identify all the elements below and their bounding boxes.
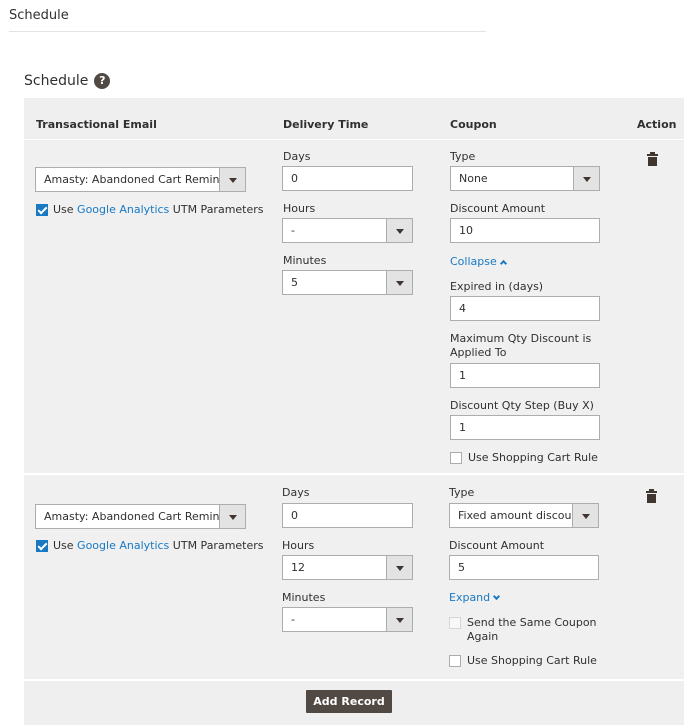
schedule-grid: Transactional Email Delivery Time Coupon… bbox=[24, 98, 684, 725]
hours-label: Hours bbox=[283, 202, 316, 215]
use-ga-checkbox[interactable] bbox=[36, 204, 48, 216]
chevron-down-icon bbox=[493, 592, 501, 601]
discount-amount-label: Discount Amount bbox=[449, 539, 545, 552]
discount-amount-input[interactable]: 10 bbox=[450, 218, 600, 243]
minutes-select-value: 5 bbox=[291, 276, 298, 289]
use-cart-rule-checkbox[interactable] bbox=[449, 655, 461, 667]
days-label: Days bbox=[282, 486, 310, 499]
chevron-down-icon bbox=[572, 504, 598, 527]
help-icon[interactable]: ? bbox=[94, 73, 111, 89]
coupon-type-value: None bbox=[459, 172, 488, 185]
qty-step-label: Discount Qty Step (Buy X) bbox=[450, 399, 594, 412]
schedule-record: Amasty: Abandoned Cart Reminder Use Goog… bbox=[24, 475, 684, 679]
days-label: Days bbox=[283, 150, 311, 163]
minutes-select-value: - bbox=[291, 613, 295, 626]
add-record-button[interactable]: Add Record bbox=[306, 690, 392, 713]
google-analytics-link[interactable]: Google Analytics bbox=[77, 203, 169, 216]
use-cart-rule-checkbox[interactable] bbox=[450, 452, 462, 464]
chevron-up-icon bbox=[499, 259, 507, 268]
chevron-down-icon bbox=[386, 608, 412, 631]
max-qty-label: Maximum Qty Discount is Applied To bbox=[450, 332, 591, 360]
expand-link[interactable]: Expand bbox=[449, 591, 501, 604]
expired-days-label: Expired in (days) bbox=[450, 280, 544, 293]
header-transactional-email: Transactional Email bbox=[36, 118, 157, 131]
hours-select-value: - bbox=[291, 224, 295, 237]
template-select[interactable]: Amasty: Abandoned Cart Reminder bbox=[35, 167, 246, 192]
template-select-value: Amasty: Abandoned Cart Reminder bbox=[44, 173, 238, 186]
max-qty-label-line-1: Maximum Qty Discount is bbox=[450, 332, 592, 345]
template-select[interactable]: Amasty: Abandoned Cart Reminder bbox=[35, 504, 246, 529]
coupon-type-value: Fixed amount discount bbox=[458, 509, 583, 522]
section-divider bbox=[9, 31, 486, 32]
use-ga-prefix: Use bbox=[53, 539, 78, 552]
use-ga-label: Use Google Analytics UTM Parameters bbox=[53, 539, 264, 552]
hours-label: Hours bbox=[282, 539, 315, 552]
use-cart-rule-label: Use Shopping Cart Rule bbox=[467, 654, 597, 667]
grid-header: Transactional Email Delivery Time Coupon… bbox=[24, 98, 684, 140]
hours-select[interactable]: - bbox=[282, 218, 413, 243]
chevron-down-icon bbox=[386, 219, 412, 242]
discount-amount-label: Discount Amount bbox=[450, 202, 546, 215]
schedule-record: Amasty: Abandoned Cart Reminder Use Goog… bbox=[24, 141, 684, 473]
coupon-type-select[interactable]: None bbox=[450, 166, 600, 191]
same-coupon-label: Send the Same Coupon Again bbox=[467, 616, 597, 644]
qty-step-input[interactable]: 1 bbox=[450, 415, 600, 440]
use-cart-rule-label: Use Shopping Cart Rule bbox=[468, 451, 598, 464]
coupon-type-label: Type bbox=[449, 486, 475, 499]
page-section-title: Schedule bbox=[9, 8, 69, 23]
use-ga-suffix: UTM Parameters bbox=[169, 203, 264, 216]
expand-link-label: Expand bbox=[449, 591, 491, 604]
coupon-type-label: Type bbox=[450, 150, 476, 163]
header-action: Action bbox=[637, 118, 677, 131]
chevron-down-icon bbox=[573, 167, 599, 190]
chevron-down-icon bbox=[219, 505, 245, 528]
max-qty-label-line-2: Applied To bbox=[450, 346, 507, 359]
minutes-label: Minutes bbox=[282, 591, 326, 604]
hours-select-value: 12 bbox=[291, 561, 305, 574]
schedule-block-title: Schedule ? bbox=[24, 73, 111, 89]
expired-days-input[interactable]: 4 bbox=[450, 296, 600, 321]
chevron-down-icon bbox=[219, 168, 245, 191]
use-ga-prefix: Use bbox=[53, 203, 78, 216]
coupon-type-select[interactable]: Fixed amount discount bbox=[449, 503, 599, 528]
minutes-label: Minutes bbox=[283, 254, 327, 267]
use-ga-suffix: UTM Parameters bbox=[169, 539, 264, 552]
same-coupon-label-line-1: Send the Same Coupon bbox=[467, 616, 597, 629]
collapse-link[interactable]: Collapse bbox=[450, 255, 507, 268]
same-coupon-checkbox[interactable] bbox=[449, 617, 461, 629]
discount-amount-input[interactable]: 5 bbox=[449, 555, 599, 580]
row-divider bbox=[24, 679, 684, 681]
header-delivery-time: Delivery Time bbox=[283, 118, 369, 131]
collapse-link-label: Collapse bbox=[450, 255, 497, 268]
hours-select[interactable]: 12 bbox=[282, 555, 413, 580]
chevron-down-icon bbox=[386, 271, 412, 294]
minutes-select[interactable]: 5 bbox=[282, 270, 413, 295]
block-title-text: Schedule bbox=[24, 73, 89, 89]
google-analytics-link[interactable]: Google Analytics bbox=[77, 539, 169, 552]
minutes-select[interactable]: - bbox=[282, 607, 413, 632]
same-coupon-label-line-2: Again bbox=[467, 630, 499, 643]
trash-icon[interactable] bbox=[647, 152, 658, 166]
template-select-value: Amasty: Abandoned Cart Reminder bbox=[44, 510, 238, 523]
header-coupon: Coupon bbox=[450, 118, 497, 131]
days-input[interactable]: 0 bbox=[282, 166, 413, 191]
days-input[interactable]: 0 bbox=[282, 503, 413, 528]
chevron-down-icon bbox=[386, 556, 412, 579]
use-ga-checkbox[interactable] bbox=[36, 540, 48, 552]
max-qty-input[interactable]: 1 bbox=[450, 363, 600, 388]
trash-icon[interactable] bbox=[646, 489, 657, 503]
use-ga-label: Use Google Analytics UTM Parameters bbox=[53, 203, 264, 216]
